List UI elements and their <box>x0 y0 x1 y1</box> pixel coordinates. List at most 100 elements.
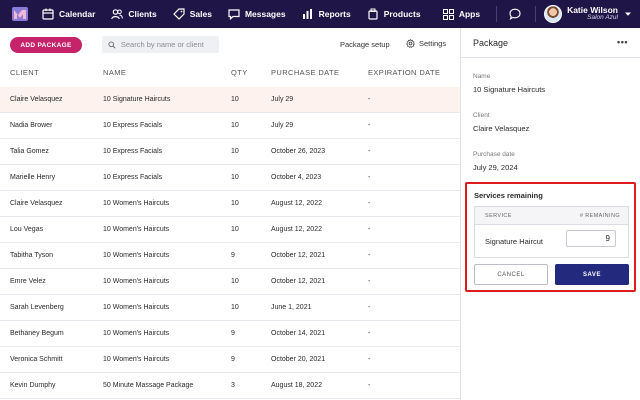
search-input[interactable] <box>120 40 219 49</box>
sales-tag-icon <box>172 8 185 20</box>
chevron-down-icon[interactable] <box>624 10 632 18</box>
table-row[interactable]: Kevin Dumphy 50 Minute Massage Package 3… <box>0 373 460 399</box>
cell-purchase-date: October 4, 2023 <box>271 174 322 181</box>
search-icon <box>108 41 116 49</box>
nav-right: Apps Katie Wilson Salon Azul <box>442 0 640 28</box>
nav-apps[interactable]: Apps <box>442 8 481 20</box>
app-logo-icon[interactable] <box>12 7 28 21</box>
user-business: Salon Azul <box>587 14 618 22</box>
cell-qty: 10 <box>231 148 239 155</box>
cell-qty: 10 <box>231 304 239 311</box>
cell-purchase-date: July 29 <box>271 122 294 129</box>
table-row[interactable]: Talia Gomez 10 Express Facials 10 Octobe… <box>0 139 460 165</box>
cell-expiration-date: - <box>368 200 371 207</box>
nav-messages-label: Messages <box>244 9 286 19</box>
nav-divider <box>535 6 537 22</box>
column-header-service: SERVICE <box>485 213 512 219</box>
more-options-icon[interactable]: ••• <box>617 37 628 47</box>
cell-name: 10 Women's Haircuts <box>103 252 170 259</box>
avatar[interactable] <box>544 5 563 23</box>
cell-client: Emre Velez <box>10 278 46 285</box>
cell-expiration-date: - <box>368 278 371 285</box>
cell-purchase-date: October 20, 2021 <box>271 356 326 363</box>
cell-name: 10 Women's Haircuts <box>103 200 170 207</box>
package-setup-link[interactable]: Package setup <box>340 40 390 49</box>
cell-qty: 10 <box>231 122 239 129</box>
column-header-qty[interactable]: QTY <box>231 68 248 77</box>
cell-name: 10 Signature Haircuts <box>103 96 171 103</box>
table-row[interactable]: Tabitha Tyson 10 Women's Haircuts 9 Octo… <box>0 243 460 269</box>
cell-name: 10 Women's Haircuts <box>103 278 170 285</box>
cell-expiration-date: - <box>368 226 371 233</box>
cancel-button[interactable]: CANCEL <box>474 264 548 285</box>
cell-expiration-date: - <box>368 356 371 363</box>
user-menu[interactable]: Katie Wilson Salon Azul <box>567 6 618 22</box>
add-package-button[interactable]: ADD PACKAGE <box>10 37 82 53</box>
nav-reports[interactable]: Reports <box>302 8 351 20</box>
nav-reports-label: Reports <box>318 9 351 19</box>
settings-button[interactable]: Settings <box>406 39 446 48</box>
save-button[interactable]: SAVE <box>555 264 629 285</box>
column-header-client[interactable]: CLIENT <box>10 68 39 77</box>
services-remaining-section: Services remaining SERVICE # REMAINING S… <box>465 182 636 292</box>
table-row[interactable]: Veronica Schmitt 10 Women's Haircuts 9 O… <box>0 347 460 373</box>
nav-clients-label: Clients <box>128 9 157 19</box>
column-header-expiration-date[interactable]: EXPIRATION DATE <box>368 68 440 77</box>
cell-qty: 10 <box>231 96 239 103</box>
cell-qty: 9 <box>231 330 235 337</box>
apps-grid-icon <box>442 8 454 20</box>
settings-label: Settings <box>419 39 447 48</box>
cell-expiration-date: - <box>368 174 371 181</box>
nav-sales[interactable]: Sales <box>172 8 212 20</box>
cell-expiration-date: - <box>368 96 371 103</box>
cell-purchase-date: October 14, 2021 <box>271 330 326 337</box>
package-detail-panel: Package ••• Name 10 Signature Haircuts C… <box>461 28 640 400</box>
cell-name: 10 Women's Haircuts <box>103 356 170 363</box>
cell-expiration-date: - <box>368 382 371 389</box>
cell-qty: 10 <box>231 226 239 233</box>
package-table: Claire Velasquez 10 Signature Haircuts 1… <box>0 87 460 399</box>
nav-calendar[interactable]: Calendar <box>42 8 95 20</box>
cell-client: Veronica Schmitt <box>10 356 63 363</box>
services-remaining-title: Services remaining <box>474 191 543 200</box>
cell-client: Lou Vegas <box>10 226 44 233</box>
cell-client: Kevin Dumphy <box>10 382 56 389</box>
table-row[interactable]: Bethaney Begum 10 Women's Haircuts 9 Oct… <box>0 321 460 347</box>
cell-name: 10 Express Facials <box>103 122 163 129</box>
chat-icon[interactable] <box>509 8 521 20</box>
table-row[interactable]: Nadia Brower 10 Express Facials 10 July … <box>0 113 460 139</box>
cell-client: Tabitha Tyson <box>10 252 54 259</box>
cell-purchase-date: June 1, 2021 <box>271 304 312 311</box>
cell-expiration-date: - <box>368 304 371 311</box>
cell-expiration-date: - <box>368 122 371 129</box>
column-header-purchase-date[interactable]: PURCHASE DATE <box>271 68 339 77</box>
cell-client: Nadia Brower <box>10 122 53 129</box>
remaining-count-input[interactable] <box>566 230 616 247</box>
cell-qty: 10 <box>231 278 239 285</box>
cell-purchase-date: August 12, 2022 <box>271 226 322 233</box>
table-row[interactable]: Emre Velez 10 Women's Haircuts 10 Octobe… <box>0 269 460 295</box>
table-row[interactable]: Claire Velasquez 10 Signature Haircuts 1… <box>0 87 460 113</box>
table-header: CLIENT NAME QTY PURCHASE DATE EXPIRATION… <box>0 68 460 82</box>
calendar-icon <box>42 8 54 20</box>
purchase-date-label: Purchase date <box>473 151 515 158</box>
nav-calendar-label: Calendar <box>59 9 96 19</box>
table-row[interactable]: Claire Velasquez 10 Women's Haircuts 10 … <box>0 191 460 217</box>
cell-purchase-date: July 29 <box>271 96 294 103</box>
nav-clients[interactable]: Clients <box>111 8 157 20</box>
table-row[interactable]: Marielle Henry 10 Express Facials 10 Oct… <box>0 165 460 191</box>
column-header-remaining: # REMAINING <box>579 213 620 219</box>
name-label: Name <box>473 73 491 80</box>
cell-qty: 9 <box>231 356 235 363</box>
clients-icon <box>111 9 124 20</box>
search-box[interactable] <box>102 36 219 53</box>
table-row[interactable]: Lou Vegas 10 Women's Haircuts 10 August … <box>0 217 460 243</box>
cell-qty: 10 <box>231 200 239 207</box>
column-header-name[interactable]: NAME <box>103 68 126 77</box>
nav-apps-label: Apps <box>458 9 481 19</box>
cell-expiration-date: - <box>368 252 371 259</box>
nav-products[interactable]: Products <box>367 8 421 20</box>
nav-messages[interactable]: Messages <box>228 8 286 20</box>
table-row[interactable]: Sarah Levenberg 10 Women's Haircuts 10 J… <box>0 295 460 321</box>
cell-client: Claire Velasquez <box>10 200 63 207</box>
